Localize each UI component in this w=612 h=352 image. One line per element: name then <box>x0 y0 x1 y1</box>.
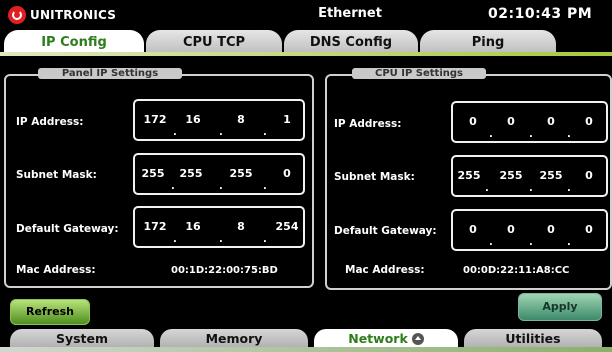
gateway-octet: 0 <box>547 223 555 236</box>
tab-bar-underline <box>0 52 612 56</box>
cpu-gateway-field[interactable]: 0 . 0 . 0 . 0 <box>451 209 608 251</box>
ip-octet: 0 <box>469 115 477 128</box>
panel-mac-value: 00:1D:22:00:75:BD <box>171 265 278 276</box>
refresh-button[interactable]: Refresh <box>10 299 90 325</box>
cpu-gateway-label: Default Gateway: <box>334 225 437 237</box>
gateway-octet: 254 <box>275 220 299 233</box>
apply-button[interactable]: Apply <box>518 293 602 321</box>
cpu-ip-field[interactable]: 0 . 0 . 0 . 0 <box>451 101 608 143</box>
mask-octet: 255 <box>539 169 563 182</box>
brand-logo-icon <box>8 6 26 24</box>
cpu-mask-field[interactable]: 255 . 255 . 255 . 0 <box>451 155 608 197</box>
tab-cpu-tcp[interactable]: CPU TCP <box>146 30 282 54</box>
octet-separator: . <box>489 237 493 248</box>
octet-separator: . <box>219 127 223 138</box>
octet-separator: . <box>567 183 571 194</box>
cpu-ip-settings-title: CPU IP Settings <box>352 68 486 79</box>
octet-separator: . <box>567 237 571 248</box>
octet-separator: . <box>263 234 267 245</box>
mask-octet: 255 <box>499 169 523 182</box>
panel-gateway-field[interactable]: 172 . 16 . 8 . 254 <box>133 206 305 248</box>
octet-separator: . <box>529 129 533 140</box>
octet-separator: . <box>219 234 223 245</box>
panel-mask-field[interactable]: 255 . 255 . 255 . 0 <box>133 153 305 195</box>
gateway-octet: 0 <box>507 223 515 236</box>
chevron-up-circle-icon <box>411 332 424 345</box>
ip-octet: 0 <box>585 115 593 128</box>
gateway-octet: 16 <box>185 220 201 233</box>
bottom-tab-underline <box>0 347 612 352</box>
gateway-octet: 8 <box>237 220 245 233</box>
cpu-ip-label: IP Address: <box>334 118 402 130</box>
clock-display: 02:10:43 PM <box>488 6 593 22</box>
mask-octet: 255 <box>179 167 203 180</box>
tab-dns-config[interactable]: DNS Config <box>284 30 418 54</box>
ip-octet: 0 <box>547 115 555 128</box>
panel-ip-field[interactable]: 172 . 16 . 8 . 1 <box>133 99 305 141</box>
mask-octet: 255 <box>229 167 253 180</box>
panel-gateway-label: Default Gateway: <box>16 223 119 235</box>
cpu-mac-label: Mac Address: <box>345 264 425 276</box>
ip-octet: 0 <box>507 115 515 128</box>
mask-octet: 0 <box>283 167 291 180</box>
octet-separator: . <box>219 181 223 192</box>
tab-ip-config[interactable]: IP Config <box>4 30 144 54</box>
mask-octet: 255 <box>141 167 165 180</box>
tab-ping[interactable]: Ping <box>420 30 556 54</box>
octet-separator: . <box>529 237 533 248</box>
gateway-octet: 172 <box>143 220 167 233</box>
octet-separator: . <box>529 183 533 194</box>
mask-octet: 255 <box>457 169 481 182</box>
tab-network-label: Network <box>348 331 408 346</box>
cpu-mask-label: Subnet Mask: <box>334 171 415 183</box>
unitronics-logo: UNITRONICS <box>8 6 116 24</box>
octet-separator: . <box>567 129 571 140</box>
screen-title: Ethernet <box>318 6 382 21</box>
ip-octet: 172 <box>143 113 167 126</box>
panel-mask-label: Subnet Mask: <box>16 169 97 181</box>
ip-octet: 16 <box>185 113 201 126</box>
octet-separator: . <box>263 181 267 192</box>
gateway-octet: 0 <box>469 223 477 236</box>
mask-octet: 0 <box>585 169 593 182</box>
panel-ip-settings-title: Panel IP Settings <box>38 68 182 79</box>
panel-mac-label: Mac Address: <box>16 264 96 276</box>
octet-separator: . <box>489 129 493 140</box>
octet-separator: . <box>173 127 177 138</box>
gateway-octet: 0 <box>585 223 593 236</box>
octet-separator: . <box>171 181 175 192</box>
octet-separator: . <box>485 183 489 194</box>
ip-octet: 1 <box>283 113 291 126</box>
cpu-mac-value: 00:0D:22:11:A8:CC <box>463 265 570 276</box>
octet-separator: . <box>263 127 267 138</box>
ip-octet: 8 <box>237 113 245 126</box>
panel-ip-label: IP Address: <box>16 116 84 128</box>
brand-name: UNITRONICS <box>30 8 117 22</box>
octet-separator: . <box>173 234 177 245</box>
